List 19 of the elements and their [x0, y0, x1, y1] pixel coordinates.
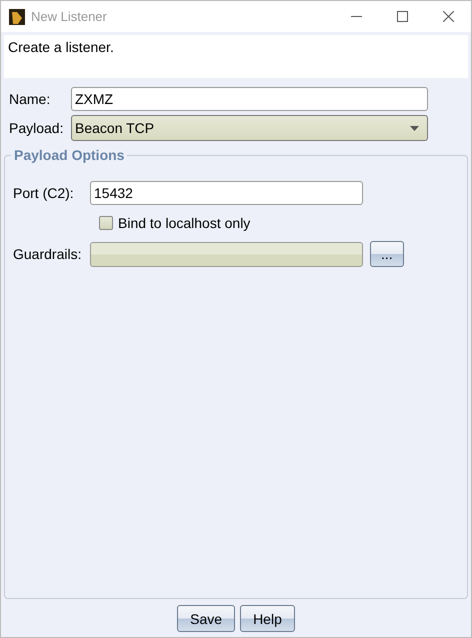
close-icon[interactable] — [442, 11, 454, 22]
checkbox[interactable] — [99, 216, 113, 230]
maximize-icon[interactable] — [396, 11, 408, 22]
field-label: Payload: — [9, 120, 64, 136]
minimize-icon[interactable] — [350, 16, 362, 17]
payload-dropdown[interactable]: Beacon TCP — [71, 115, 428, 141]
caret-icon — [410, 126, 419, 130]
app-icon — [9, 8, 25, 24]
field-label: Port (C2): — [13, 185, 75, 201]
window-title: New Listener — [31, 9, 108, 24]
name-field[interactable]: ZXMZ — [71, 87, 428, 111]
dialog-button[interactable]: Save — [177, 605, 236, 632]
panel-title: Payload Options — [11, 147, 128, 163]
dialog-button[interactable]: Help — [240, 605, 295, 632]
field-label: Guardrails: — [13, 246, 82, 262]
port-field[interactable]: 15432 — [90, 181, 363, 205]
field-label: Name: — [9, 91, 52, 107]
checkbox-label: Bind to localhost only — [118, 215, 250, 231]
description-text: Create a listener. — [4, 35, 468, 78]
